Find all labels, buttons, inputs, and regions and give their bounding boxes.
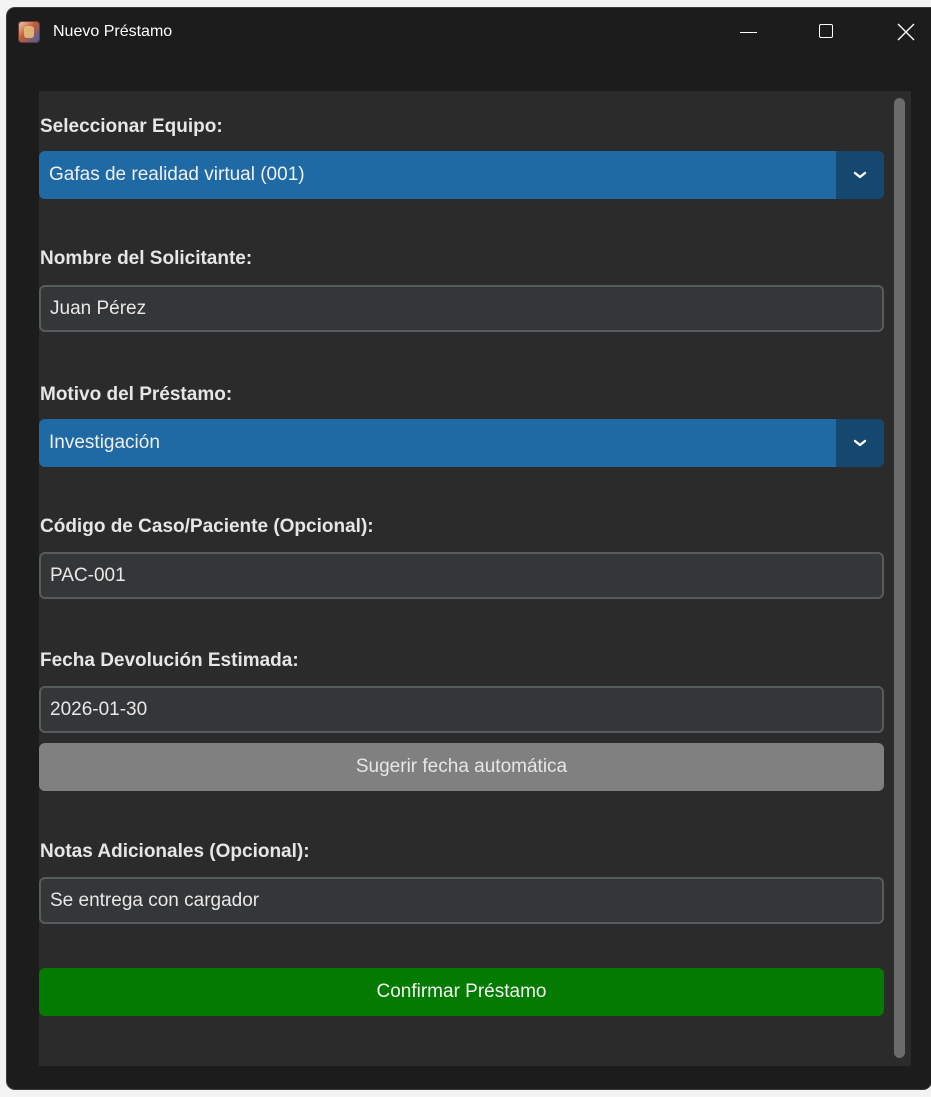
solicitante-input[interactable]: Juan Pérez	[39, 285, 884, 332]
fecha-input-value: 2026-01-30	[50, 699, 148, 720]
close-icon[interactable]	[883, 8, 929, 56]
fecha-input[interactable]: 2026-01-30	[39, 686, 884, 733]
equipo-selected-value: Gafas de realidad virtual (001)	[49, 164, 305, 185]
app-icon	[18, 21, 40, 43]
codigo-input-value: PAC-001	[50, 565, 126, 586]
suggest-date-button-label: Sugerir fecha automática	[355, 756, 568, 777]
minimize-icon[interactable]	[725, 8, 771, 56]
window-title: Nuevo Préstamo	[53, 23, 173, 40]
solicitante-label: Nombre del Solicitante:	[40, 248, 253, 269]
motivo-combobox[interactable]: Investigación	[39, 419, 884, 467]
equipo-combobox[interactable]: Gafas de realidad virtual (001)	[39, 151, 884, 199]
scrollbar[interactable]	[894, 98, 905, 1058]
codigo-input[interactable]: PAC-001	[39, 552, 884, 599]
equipo-dropdown-button[interactable]	[836, 151, 884, 199]
equipo-label: Seleccionar Equipo:	[40, 116, 223, 137]
notas-input[interactable]: Se entrega con cargador	[39, 877, 884, 924]
fecha-label: Fecha Devolución Estimada:	[40, 650, 299, 671]
maximize-icon[interactable]	[804, 8, 850, 56]
loan-window: Nuevo Préstamo Seleccionar Equipo: Gafas…	[7, 8, 931, 1089]
notas-label: Notas Adicionales (Opcional):	[40, 841, 310, 862]
confirm-loan-button[interactable]: Confirmar Préstamo	[39, 968, 884, 1016]
motivo-label: Motivo del Préstamo:	[40, 384, 233, 405]
notas-input-value: Se entrega con cargador	[50, 890, 260, 911]
motivo-dropdown-button[interactable]	[836, 419, 884, 467]
solicitante-input-value: Juan Pérez	[50, 298, 147, 319]
suggest-date-button[interactable]: Sugerir fecha automática	[39, 743, 884, 791]
motivo-selected-value: Investigación	[49, 432, 160, 453]
confirm-loan-button-label: Confirmar Préstamo	[376, 981, 547, 1002]
chevron-down-icon	[853, 439, 867, 447]
title-bar[interactable]: Nuevo Préstamo	[7, 8, 931, 56]
chevron-down-icon	[853, 171, 867, 179]
codigo-label: Código de Caso/Paciente (Opcional):	[40, 516, 374, 537]
